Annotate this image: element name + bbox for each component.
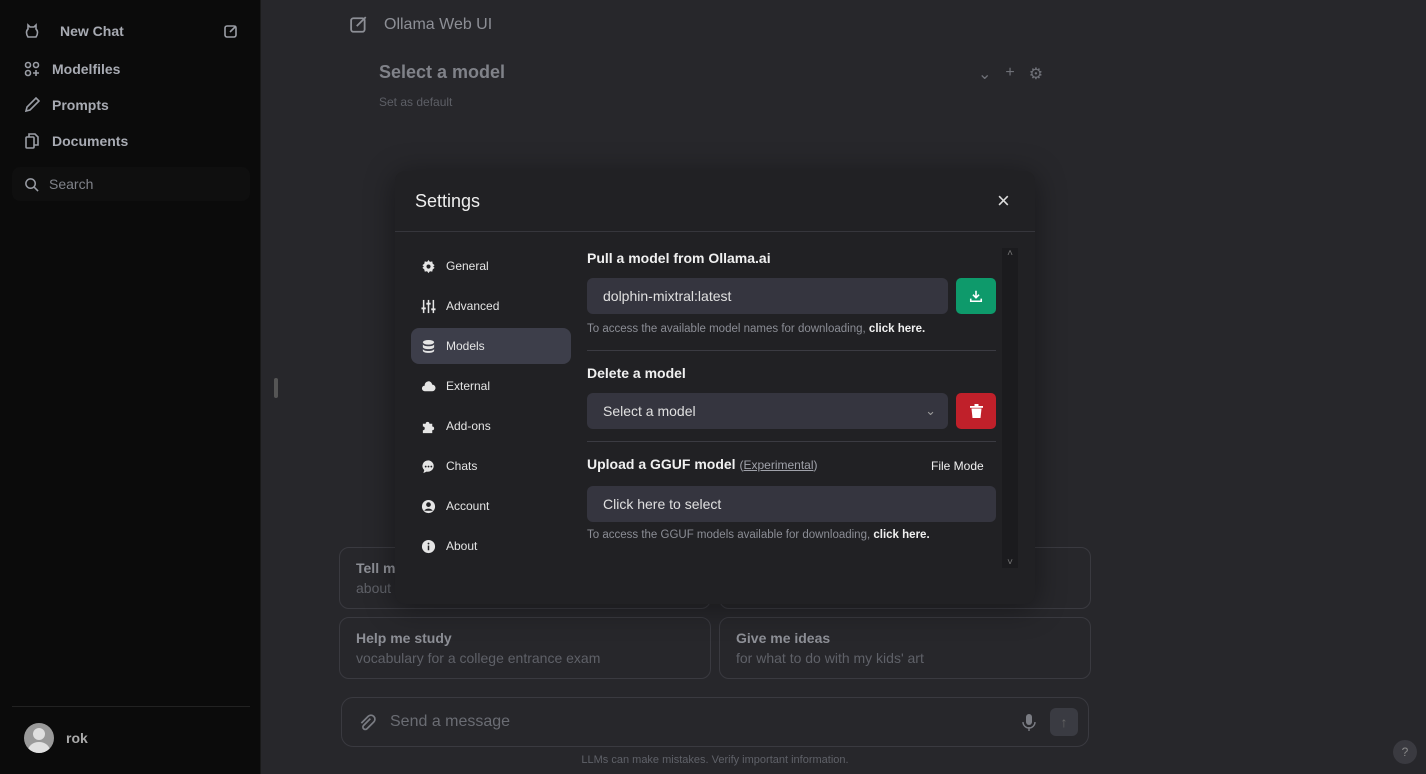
chevron-down-icon[interactable]: ⌄ — [978, 64, 991, 84]
sidebar-resize-handle[interactable] — [274, 378, 278, 398]
arrow-up-icon: ↑ — [1060, 714, 1068, 730]
upload-model-note: To access the GGUF models available for … — [587, 529, 930, 541]
tab-external[interactable]: External — [411, 368, 571, 404]
tab-addons[interactable]: Add-ons — [411, 408, 571, 444]
delete-model-heading: Delete a model — [587, 365, 686, 381]
file-mode-toggle[interactable]: File Mode — [931, 459, 984, 473]
disclaimer: LLMs can make mistakes. Verify important… — [581, 754, 849, 766]
pull-model-input[interactable]: dolphin-mixtral:latest — [587, 278, 948, 314]
sidebar-item-prompts[interactable]: Prompts — [24, 97, 109, 113]
search-icon — [25, 177, 39, 192]
sidebar-item-modelfiles[interactable]: Modelfiles — [24, 61, 120, 77]
cloud-icon — [421, 380, 436, 391]
sidebar-item-label: Documents — [52, 133, 129, 149]
set-default-link[interactable]: Set as default — [379, 95, 452, 109]
tab-advanced[interactable]: Advanced — [411, 288, 571, 324]
gear-icon[interactable]: ⚙ — [1029, 64, 1043, 84]
sidebar-item-label: Modelfiles — [52, 61, 121, 77]
database-icon — [422, 339, 435, 353]
chevron-down-icon: ⌄ — [925, 403, 936, 418]
pencil-icon — [24, 97, 40, 113]
file-select-button[interactable]: Click here to select — [587, 486, 996, 522]
model-names-link[interactable]: click here. — [869, 323, 925, 335]
settings-modal: Settings × General Advanced Models Exter… — [395, 171, 1035, 604]
divider — [395, 231, 1035, 232]
delete-model-select[interactable]: Select a model ⌄ — [587, 393, 948, 429]
user-name: rok — [66, 730, 88, 746]
sidebar-item-documents[interactable]: Documents — [24, 133, 128, 149]
suggestion-card[interactable]: Help me study vocabulary for a college en… — [339, 617, 711, 679]
tab-about[interactable]: About — [411, 528, 571, 564]
tab-chats[interactable]: Chats — [411, 448, 571, 484]
info-icon — [421, 539, 436, 553]
pull-model-note: To access the available model names for … — [587, 323, 926, 335]
sidebar-item-label: Prompts — [52, 97, 109, 113]
experimental-link[interactable]: Experimental — [743, 458, 813, 472]
tab-models[interactable]: Models — [411, 328, 571, 364]
divider — [587, 441, 996, 442]
user-circle-icon — [421, 499, 436, 513]
chat-header: Ollama Web UI — [350, 16, 492, 34]
download-icon — [969, 290, 983, 303]
modelfiles-icon — [24, 61, 40, 77]
pull-model-button[interactable] — [956, 278, 996, 314]
tab-general[interactable]: General — [411, 248, 571, 284]
new-chat-button[interactable]: New Chat — [24, 23, 239, 39]
microphone-icon[interactable] — [1022, 713, 1036, 731]
model-selector[interactable]: Select a model — [379, 62, 505, 83]
gguf-models-link[interactable]: click here. — [873, 529, 929, 541]
app-title: Ollama Web UI — [384, 16, 493, 33]
tab-account[interactable]: Account — [411, 488, 571, 524]
upload-model-heading: Upload a GGUF model (Experimental) — [587, 456, 818, 472]
search-placeholder: Search — [49, 176, 94, 192]
send-button[interactable]: ↑ — [1050, 708, 1078, 736]
new-chat-label: New Chat — [60, 23, 124, 39]
message-input[interactable]: Send a message — [390, 713, 1008, 731]
suggestion-title: Help me study — [356, 630, 452, 646]
plus-icon[interactable]: + — [1005, 64, 1014, 84]
suggestion-title: Give me ideas — [736, 630, 831, 646]
avatar — [24, 723, 54, 753]
delete-model-button[interactable] — [956, 393, 996, 429]
documents-icon — [25, 133, 39, 149]
model-controls: ⌄ + ⚙ — [978, 64, 1043, 84]
divider — [587, 350, 996, 351]
scrollbar[interactable]: ˄ ˅ — [1002, 248, 1018, 568]
sidebar: New Chat Modelfiles Prompts Documents Se… — [0, 0, 261, 774]
suggestion-subtitle: vocabulary for a college entrance exam — [356, 650, 601, 666]
suggestion-subtitle: for what to do with my kids' art — [736, 650, 924, 666]
user-menu[interactable]: rok — [12, 706, 250, 753]
suggestion-card[interactable]: Give me ideas for what to do with my kids… — [719, 617, 1091, 679]
scroll-down-icon[interactable]: ˅ — [1002, 557, 1018, 568]
sliders-icon — [421, 299, 436, 313]
edit-icon[interactable] — [223, 23, 239, 39]
gear-icon — [422, 259, 435, 273]
message-composer: Send a message ↑ — [341, 697, 1089, 747]
close-icon[interactable]: × — [997, 188, 1010, 214]
puzzle-icon — [422, 421, 435, 433]
chat-bubble-icon — [422, 459, 434, 473]
paperclip-icon[interactable] — [358, 713, 376, 731]
modal-title: Settings — [415, 191, 481, 211]
help-button[interactable]: ? — [1393, 740, 1417, 764]
search-input[interactable]: Search — [12, 167, 250, 201]
pull-model-heading: Pull a model from Ollama.ai — [587, 250, 771, 266]
edit-icon[interactable] — [350, 16, 368, 34]
trash-icon — [969, 404, 983, 418]
ollama-logo-icon — [25, 23, 39, 38]
scroll-up-icon[interactable]: ˄ — [1002, 248, 1018, 259]
